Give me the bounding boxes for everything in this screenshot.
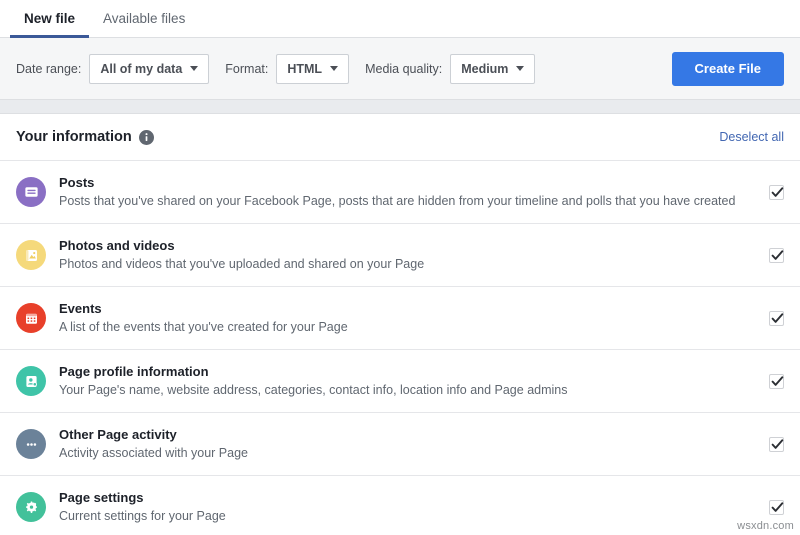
list-item-text: Posts Posts that you've shared on your F… <box>59 175 757 209</box>
media-quality-value: Medium <box>461 62 508 76</box>
profile-card-icon <box>16 366 46 396</box>
tab-new-file[interactable]: New file <box>10 0 89 37</box>
tab-new-file-label: New file <box>24 11 75 26</box>
list-item-title: Page profile information <box>59 364 757 380</box>
page-title: Your information <box>16 129 132 145</box>
media-quality-label: Media quality: <box>365 62 442 76</box>
format-label: Format: <box>225 62 268 76</box>
list-item[interactable]: Page settings Current settings for your … <box>0 476 800 535</box>
section-separator <box>0 100 800 114</box>
tab-available-files-label: Available files <box>103 11 185 26</box>
media-quality-dropdown[interactable]: Medium <box>450 54 535 84</box>
list-item-description: Posts that you've shared on your Faceboo… <box>59 193 757 209</box>
list-item-description: A list of the events that you've created… <box>59 319 757 335</box>
list-item-description: Photos and videos that you've uploaded a… <box>59 256 757 272</box>
list-item-text: Photos and videos Photos and videos that… <box>59 238 757 272</box>
list-item-text: Page profile information Your Page's nam… <box>59 364 757 398</box>
list-item-description: Activity associated with your Page <box>59 445 757 461</box>
list-item-title: Photos and videos <box>59 238 757 254</box>
list-item-title: Other Page activity <box>59 427 757 443</box>
row-checkbox[interactable] <box>769 500 784 515</box>
row-checkbox[interactable] <box>769 374 784 389</box>
posts-icon <box>16 177 46 207</box>
tab-bar: New file Available files <box>0 0 800 38</box>
list-item[interactable]: Photos and videos Photos and videos that… <box>0 224 800 287</box>
tab-available-files[interactable]: Available files <box>89 0 199 37</box>
list-item[interactable]: Events A list of the events that you've … <box>0 287 800 350</box>
list-item-title: Page settings <box>59 490 757 506</box>
chevron-down-icon <box>330 66 338 71</box>
row-checkbox[interactable] <box>769 437 784 452</box>
card-header: Your information Deselect all <box>0 114 800 161</box>
your-information-card: Your information Deselect all Pos <box>0 114 800 535</box>
list-item[interactable]: Page profile information Your Page's nam… <box>0 350 800 413</box>
list-item-description: Your Page's name, website address, categ… <box>59 382 757 398</box>
calendar-icon <box>16 303 46 333</box>
row-checkbox[interactable] <box>769 248 784 263</box>
list-item-text: Other Page activity Activity associated … <box>59 427 757 461</box>
list-item-text: Events A list of the events that you've … <box>59 301 757 335</box>
photo-icon <box>16 240 46 270</box>
facebook-download-your-information-page: New file Available files Date range: All… <box>0 0 800 535</box>
info-circle-icon[interactable] <box>139 130 154 145</box>
date-range-label: Date range: <box>16 62 81 76</box>
list-item-title: Events <box>59 301 757 317</box>
chevron-down-icon <box>516 66 524 71</box>
chevron-down-icon <box>190 66 198 71</box>
date-range-dropdown[interactable]: All of my data <box>89 54 209 84</box>
watermark: wsxdn.com <box>737 520 794 532</box>
format-value: HTML <box>287 62 322 76</box>
options-toolbar: Date range: All of my data Format: HTML … <box>0 38 800 100</box>
create-file-button[interactable]: Create File <box>672 52 784 86</box>
deselect-all-link[interactable]: Deselect all <box>719 130 784 144</box>
ellipsis-icon <box>16 429 46 459</box>
date-range-value: All of my data <box>100 62 182 76</box>
row-checkbox[interactable] <box>769 185 784 200</box>
list-item-description: Current settings for your Page <box>59 508 757 524</box>
list-item-title: Posts <box>59 175 757 191</box>
row-checkbox[interactable] <box>769 311 784 326</box>
list-item[interactable]: Other Page activity Activity associated … <box>0 413 800 476</box>
list-item-text: Page settings Current settings for your … <box>59 490 757 524</box>
gear-icon <box>16 492 46 522</box>
list-item[interactable]: Posts Posts that you've shared on your F… <box>0 161 800 224</box>
format-dropdown[interactable]: HTML <box>276 54 349 84</box>
